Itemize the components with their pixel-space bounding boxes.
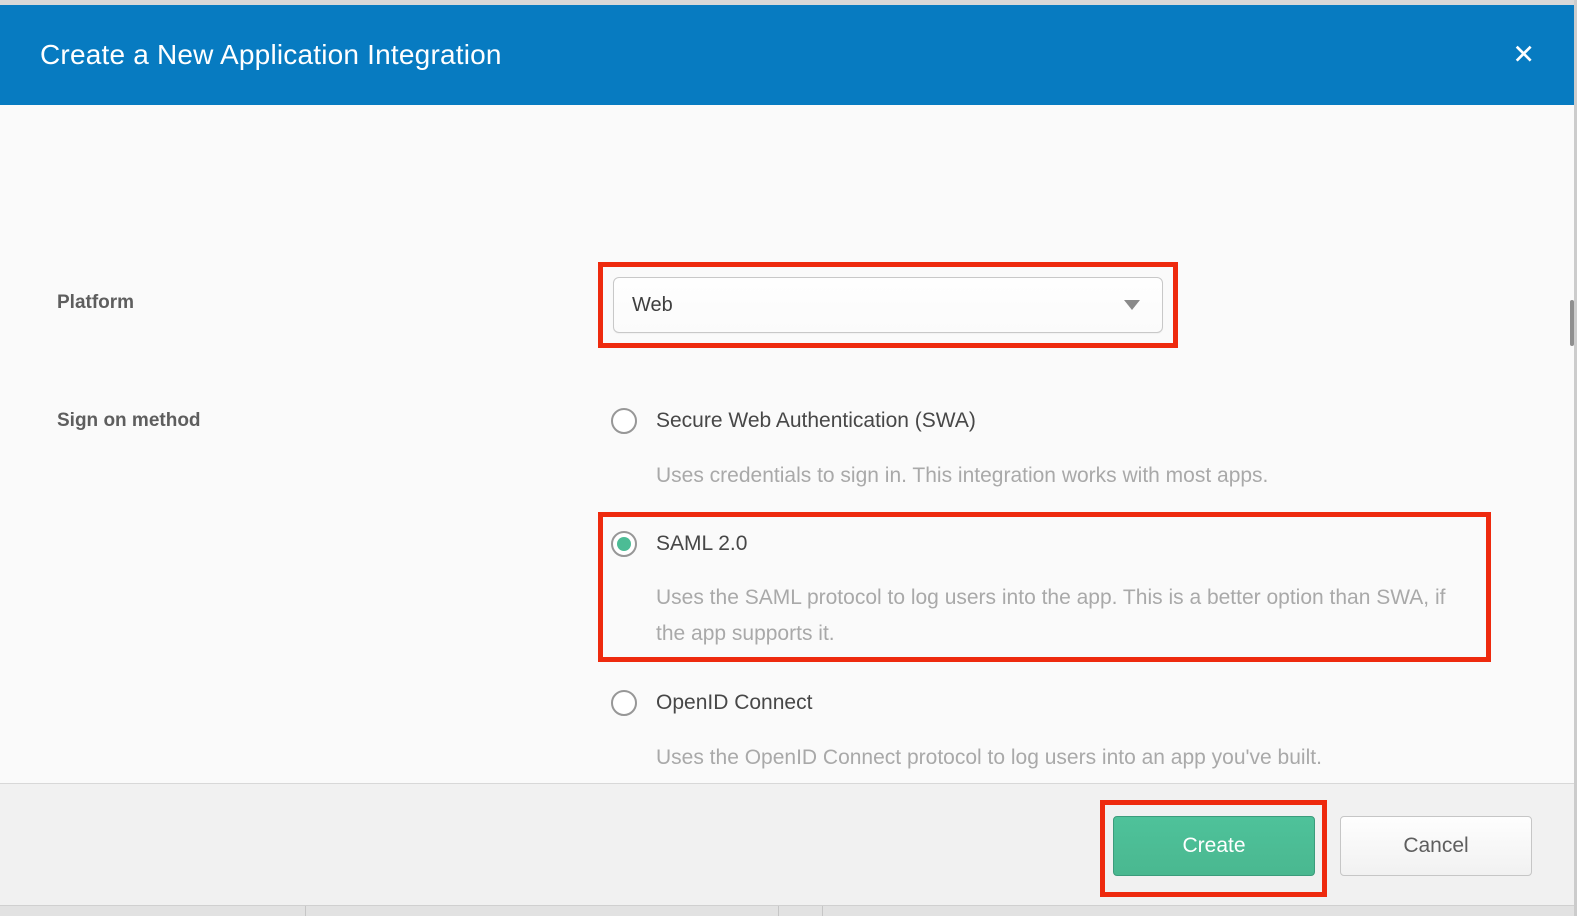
chevron-down-icon [1124,300,1140,310]
radio-dot [617,696,631,710]
option-description-saml: Uses the SAML protocol to log users into… [656,580,1476,652]
close-icon[interactable]: ✕ [1512,42,1535,69]
modal-title: Create a New Application Integration [0,39,502,71]
create-app-integration-modal: Create a New Application Integration ✕ P… [0,0,1577,916]
radio-saml[interactable] [611,531,637,557]
platform-dropdown[interactable]: Web [613,277,1163,333]
radio-openid-connect[interactable] [611,690,637,716]
radio-swa[interactable] [611,408,637,434]
option-description-swa: Uses credentials to sign in. This integr… [656,458,1476,494]
platform-label: Platform [57,292,134,314]
option-title-swa[interactable]: Secure Web Authentication (SWA) [656,409,976,433]
background-divider [822,906,823,916]
create-button[interactable]: Create [1113,816,1315,876]
radio-dot [617,414,631,428]
modal-header: Create a New Application Integration ✕ [0,5,1577,105]
sign-on-method-label: Sign on method [57,410,201,432]
background-divider [305,906,306,916]
page-bottom-strip [0,905,1577,916]
cancel-button[interactable]: Cancel [1340,816,1532,876]
radio-dot-selected [617,537,631,551]
option-description-openid-connect: Uses the OpenID Connect protocol to log … [656,740,1476,776]
platform-dropdown-value: Web [632,294,673,317]
modal-body: Platform Web Sign on method Secure Web A… [0,105,1577,783]
option-title-openid-connect[interactable]: OpenID Connect [656,691,812,715]
option-title-saml[interactable]: SAML 2.0 [656,532,747,556]
background-divider [778,906,779,916]
